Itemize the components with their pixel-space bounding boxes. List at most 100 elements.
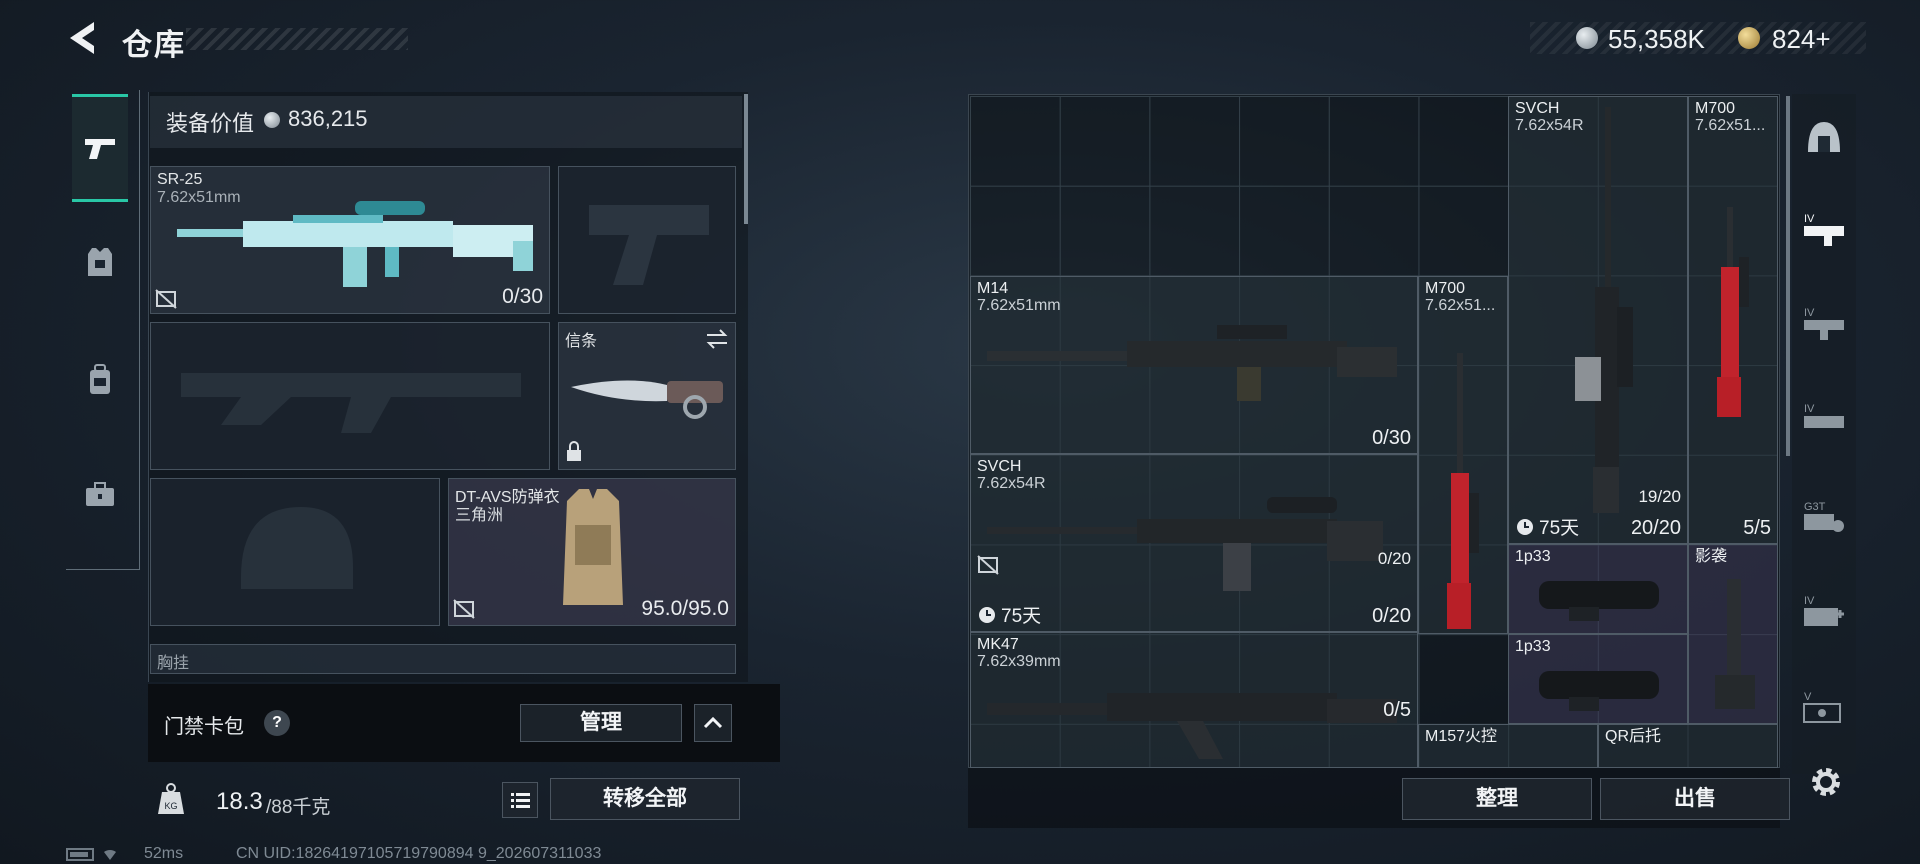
item-timer: 75天 [1001, 606, 1042, 627]
item-name: 1p33 [1515, 638, 1551, 655]
user-uid: CN UID:18264197105719790894 9_2026073110… [236, 845, 602, 862]
melee-name: 信条 [565, 333, 598, 350]
stash-item-m14[interactable]: M14 7.62x51mm 0/30 [970, 276, 1418, 454]
stock-icon [1715, 579, 1755, 709]
svg-text:KG: KG [164, 801, 177, 811]
backpack-icon [90, 364, 110, 394]
manage-button[interactable]: 管理 [520, 704, 682, 742]
item-caliber: 7.62x51... [1425, 297, 1496, 314]
nav-toolbox[interactable] [72, 440, 128, 548]
g3t-icon[interactable]: G3T [1800, 492, 1848, 540]
item-name: M157火控 [1425, 728, 1498, 745]
m14-rifle-icon [987, 325, 1397, 401]
weight-max: /88千克 [266, 797, 331, 818]
toolbox-icon [86, 482, 114, 506]
item-ammo-secondary: 19/20 [1638, 487, 1681, 506]
stash-item-qr-stock[interactable]: QR后托 [1598, 724, 1778, 768]
equipment-value: 836,215 [288, 106, 368, 131]
stash-item-1p33[interactable]: 1p33 [1508, 544, 1688, 634]
svch-vertical-rifle-icon [1575, 107, 1633, 513]
svch-rifle-icon [987, 497, 1383, 591]
item-name: SVCH [977, 458, 1022, 475]
sell-button[interactable]: 出售 [1600, 778, 1790, 820]
item-ammo: 0/30 [1372, 427, 1411, 449]
stash-item-1p33-2[interactable]: 1p33 [1508, 634, 1688, 724]
equipment-scrollbar[interactable] [744, 94, 748, 224]
body-armor-icon [563, 489, 623, 605]
silver-amount: 55,358K [1608, 24, 1705, 54]
stash-item-svch-tall[interactable]: SVCH 7.62x54R 19/20 75天 20/20 [1508, 96, 1688, 544]
helmet-icon[interactable] [1800, 114, 1848, 162]
mk47-rifle-icon [987, 693, 1397, 759]
not-insured-icon [155, 289, 177, 309]
item-name: M700 [1425, 280, 1466, 297]
page-title: 仓库 [122, 29, 186, 62]
item-ammo-secondary: 0/20 [1377, 549, 1411, 568]
not-insured-icon [453, 599, 475, 619]
secondary-weapon-slot[interactable] [150, 322, 550, 470]
primary-weapon-slot[interactable]: SR-25 7.62x51mm 0/30 [150, 166, 550, 314]
armor-icon [88, 248, 112, 276]
stash-item-m700-2[interactable]: M700 7.62x51... 5/5 [1688, 96, 1778, 544]
access-card-label: 门禁卡包 [164, 716, 244, 738]
list-view-button[interactable] [502, 782, 538, 818]
clock-icon [1517, 519, 1533, 535]
swap-icon[interactable] [705, 329, 729, 349]
scope-icon [1539, 581, 1659, 621]
stash-item-svch[interactable]: SVCH 7.62x54R 0/20 75天 0/20 [970, 454, 1418, 632]
melee-slot[interactable]: 信条 [558, 322, 736, 470]
pistol-icon [85, 139, 115, 159]
svg-text:IV: IV [1804, 595, 1815, 607]
settings-icon[interactable] [1808, 764, 1844, 800]
stash-item-mk47[interactable]: MK47 7.62x39mm 0/5 [970, 632, 1418, 768]
item-name: MK47 [977, 636, 1019, 653]
section-label: 胸挂 [157, 655, 190, 672]
stash-item-shadow-strike[interactable]: 影袭 [1688, 544, 1778, 724]
helmet-slot[interactable] [150, 478, 440, 626]
silver-coin-icon [1576, 27, 1598, 49]
stash-item-m157[interactable]: M157火控 [1418, 724, 1598, 768]
svg-text:IV: IV [1804, 403, 1815, 415]
weight-icon: KG [156, 782, 186, 816]
tier-iv-rifle-icon[interactable]: IV [1800, 204, 1848, 252]
stash-scrollbar[interactable] [1786, 96, 1790, 456]
armor-sub: 三角洲 [455, 507, 504, 524]
knife-icon [571, 380, 723, 419]
gold-amount[interactable]: 824+ [1772, 24, 1831, 55]
tier-iv-shotgun-icon[interactable]: IV [1800, 394, 1848, 442]
nav-armor[interactable] [72, 208, 128, 316]
item-ammo: 5/5 [1743, 517, 1771, 539]
tier-iv-medkit-icon[interactable]: IV [1800, 586, 1848, 634]
transfer-all-button[interactable]: 转移全部 [550, 778, 740, 820]
sidearm-slot[interactable] [558, 166, 736, 314]
tier-iv-smg-icon[interactable]: IV [1800, 298, 1848, 346]
svg-text:V: V [1804, 691, 1812, 703]
battery-wifi-status [66, 846, 136, 864]
stash-item-m700[interactable]: M700 7.62x51... [1418, 276, 1508, 634]
m700-red-rifle-icon [1717, 207, 1749, 417]
item-ammo: 20/20 [1630, 517, 1681, 539]
collapse-button[interactable] [694, 704, 732, 742]
item-ammo: 0/20 [1372, 605, 1411, 627]
svg-text:IV: IV [1804, 213, 1815, 225]
item-caliber: 7.62x51... [1695, 117, 1766, 134]
tier-v-case-icon[interactable]: V [1800, 682, 1848, 730]
gold-coin-icon [1738, 27, 1760, 49]
category-nav [66, 90, 140, 570]
item-name: M700 [1695, 100, 1736, 117]
body-armor-slot[interactable]: DT-AVS防弹衣 三角洲 95.0/95.0 [448, 478, 736, 626]
stash-category-nav: IV IV IV G3T IV V [1792, 94, 1856, 774]
chest-rig-section[interactable]: 胸挂 [150, 644, 736, 674]
nav-firearms[interactable] [72, 94, 128, 202]
armor-durability: 95.0/95.0 [641, 597, 729, 620]
item-name: 1p33 [1515, 548, 1551, 565]
back-button[interactable] [64, 18, 98, 58]
nav-backpack[interactable] [72, 326, 128, 434]
chevron-up-icon [703, 716, 723, 729]
clock-icon [979, 607, 995, 623]
help-icon[interactable]: ? [264, 710, 290, 736]
equipment-value-label: 装备价值 [166, 111, 255, 136]
battery-icon [66, 848, 116, 861]
tidy-button[interactable]: 整理 [1402, 778, 1592, 820]
chevron-left-icon [70, 22, 94, 54]
